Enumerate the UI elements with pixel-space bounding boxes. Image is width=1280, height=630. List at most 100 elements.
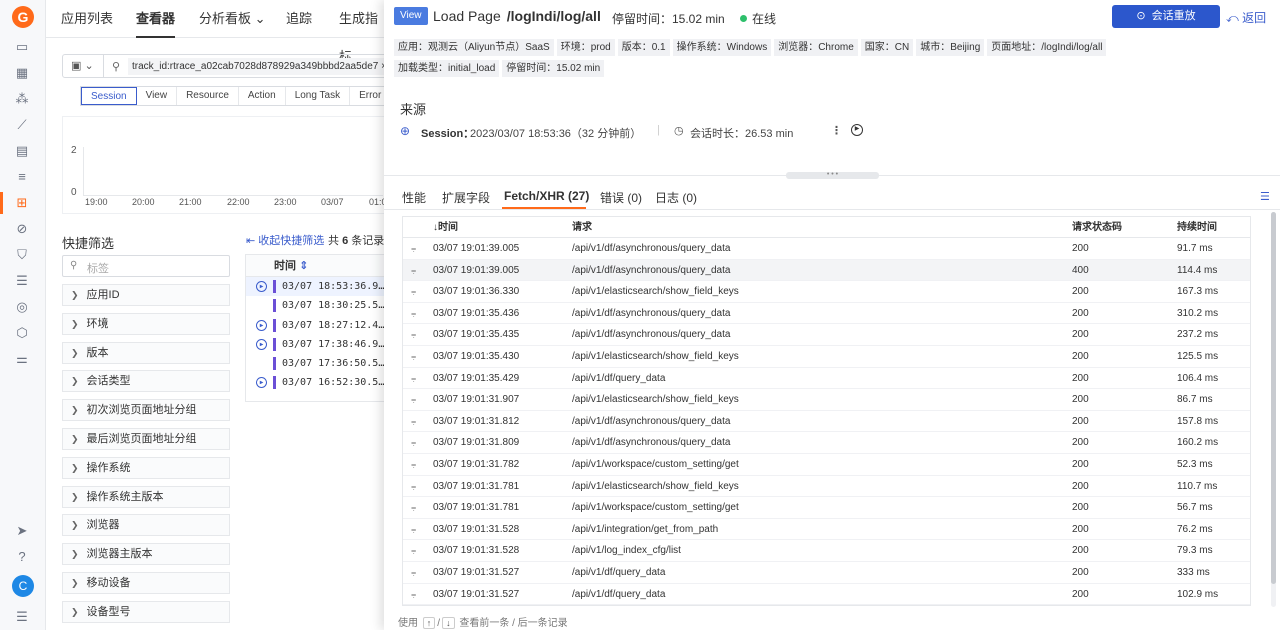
tab-action[interactable]: Action — [239, 87, 286, 105]
alert-icon[interactable]: ◎ — [12, 298, 32, 316]
tab-performance[interactable]: 性能 — [402, 189, 426, 206]
table-row[interactable]: ▶ 03/07 18:27:12.4… — [246, 316, 385, 335]
table-row[interactable]: ⩦ 03/07 19:01:36.330/api/v1/elasticsearch… — [403, 281, 1250, 303]
search-chip[interactable]: track_id:rtrace_a02cab7028d878929a349bbb… — [128, 58, 391, 75]
cluster-icon[interactable]: ⁂ — [12, 90, 32, 108]
user-avatar[interactable]: C — [12, 575, 34, 597]
table-row[interactable]: ⩦ 03/07 19:01:31.781/api/v1/workspace/cus… — [403, 497, 1250, 519]
column-settings-icon[interactable]: ☰ — [1260, 190, 1270, 203]
quick-filter-item[interactable]: ❯ 版本 — [62, 341, 230, 364]
session-replay-button[interactable]: ⊙ 会话重放 — [1112, 5, 1220, 28]
log-search-icon[interactable]: ▤ — [12, 142, 32, 160]
nav-generate-metrics[interactable]: 生成指标 — [339, 0, 386, 64]
attribute-tag[interactable]: 操作系统：Windows — [672, 39, 772, 56]
back-button[interactable]: ⤺ 返回 — [1226, 9, 1266, 26]
quick-filter-item[interactable]: ❯ 移动设备 — [62, 572, 230, 594]
nav-analysis-dashboard[interactable]: 分析看板 ⌄ — [199, 0, 266, 38]
table-row[interactable]: ⩦ 03/07 19:01:31.782/api/v1/workspace/cus… — [403, 454, 1250, 476]
database-icon[interactable]: ☰ — [12, 272, 32, 290]
quick-filter-item[interactable]: ❯ 初次浏览页面地址分组 — [62, 399, 230, 422]
play-icon[interactable]: ▶ — [256, 319, 267, 331]
table-scrollbar[interactable] — [1271, 212, 1276, 607]
nav-analysis-label: 分析看板 — [199, 11, 252, 26]
attribute-tag[interactable]: 版本：0.1 — [617, 39, 670, 56]
trace-icon[interactable]: ≡ — [12, 168, 32, 186]
table-row[interactable]: ▶ 03/07 18:53:36.9… — [246, 277, 385, 297]
quick-filter-item[interactable]: ❯ 设备型号 — [62, 600, 230, 623]
table-row[interactable]: ⩦ 03/07 19:01:39.005/api/v1/df/asynchrono… — [403, 238, 1250, 260]
tab-session[interactable]: Session — [81, 87, 137, 105]
col-time[interactable]: ↓时间 — [433, 217, 458, 238]
tab-errors[interactable]: 错误 (0) — [600, 189, 642, 206]
quick-filter-item[interactable]: ❯ 浏览器主版本 — [62, 543, 230, 566]
attribute-tag[interactable]: 加载类型：initial_load — [394, 60, 500, 77]
table-row[interactable]: ⩦ 03/07 19:01:31.527/api/v1/df/query_data… — [403, 584, 1250, 605]
nav-explorer[interactable]: 查看器 — [136, 0, 176, 38]
nav-app-list[interactable]: 应用列表 — [61, 0, 113, 38]
play-icon[interactable]: ▶ — [256, 338, 267, 350]
tab-fetch-xhr[interactable]: Fetch/XHR (27) — [504, 189, 589, 203]
quick-filter-item[interactable]: ❯ 最后浏览页面地址分组 — [62, 428, 230, 450]
table-row[interactable]: ⩦ 03/07 19:01:31.528/api/v1/integration/g… — [403, 519, 1250, 541]
table-row[interactable]: ⩦ 03/07 19:01:31.907/api/v1/elasticsearch… — [403, 389, 1250, 411]
table-row[interactable]: ⩦ 03/07 19:01:39.005/api/v1/df/asynchrono… — [403, 259, 1250, 282]
rum-icon[interactable]: ⊞ — [12, 194, 32, 212]
quick-filter-item[interactable]: ❯ 操作系统主版本 — [62, 485, 230, 508]
table-row[interactable]: ⩦ 03/07 19:01:31.528/api/v1/log_index_cfg… — [403, 540, 1250, 562]
table-row[interactable]: 03/07 18:30:25.5… — [246, 296, 385, 315]
security-shield-icon[interactable]: ⛉ — [12, 246, 32, 264]
tab-view[interactable]: View — [137, 87, 178, 105]
attribute-tag[interactable]: 浏览器：Chrome — [774, 39, 858, 56]
table-row[interactable]: ⩦ 03/07 19:01:31.781/api/v1/elasticsearch… — [403, 476, 1250, 498]
attribute-tag[interactable]: 停留时间：15.02 min — [502, 60, 605, 77]
guance-logo-icon[interactable]: G — [12, 6, 34, 28]
monitor-icon[interactable]: ▭ — [12, 38, 32, 56]
table-row[interactable]: ⩦ 03/07 19:01:35.429/api/v1/df/query_data… — [403, 368, 1250, 390]
quick-filter-item[interactable]: ❯ 操作系统 — [62, 456, 230, 479]
resize-handle[interactable]: • • • — [786, 171, 879, 179]
attribute-tag[interactable]: 国家：CN — [860, 39, 914, 56]
calendar-icon[interactable]: ▦ — [12, 64, 32, 82]
menu-icon[interactable]: ☰ — [12, 608, 32, 626]
table-row[interactable]: 03/07 17:36:50.5… — [246, 354, 385, 373]
table-row[interactable]: ▶ 03/07 17:38:46.9… — [246, 335, 385, 354]
play-icon[interactable]: ▶ — [256, 377, 267, 389]
table-row[interactable]: ⩦ 03/07 19:01:31.812/api/v1/df/asynchrono… — [403, 411, 1250, 433]
quick-filter-item[interactable]: ❯ 会话类型 — [62, 370, 230, 393]
quick-filter-item[interactable]: ❯ 浏览器 — [62, 514, 230, 537]
metrics-icon[interactable]: ⟋ — [12, 116, 32, 134]
search-input[interactable]: ⚲ track_id:rtrace_a02cab7028d878929a349b… — [104, 54, 394, 78]
more-vertical-icon[interactable]: ⋮ — [831, 124, 842, 137]
play-icon[interactable]: ▶ — [851, 124, 863, 136]
tab-long-task[interactable]: Long Task — [286, 87, 351, 105]
help-icon[interactable]: ? — [12, 548, 32, 566]
quick-filter-item[interactable]: ❯ 环境 — [62, 312, 230, 335]
collapse-quick-filter-link[interactable]: ⇤ 收起快捷筛选 — [246, 232, 324, 248]
settings-sliders-icon[interactable]: ⚌ — [12, 350, 32, 368]
table-row[interactable]: ⩦ 03/07 19:01:35.430/api/v1/elasticsearch… — [403, 346, 1250, 368]
attribute-tag[interactable]: 页面地址：/logIndi/log/all — [987, 39, 1107, 56]
play-icon[interactable]: ▶ — [256, 281, 267, 292]
table-row[interactable]: ⩦ 03/07 19:01:35.436/api/v1/df/asynchrono… — [403, 303, 1250, 325]
session-list-header[interactable]: 时间 ⇕ — [246, 255, 385, 277]
table-row[interactable]: ⩦ 03/07 19:01:35.435/api/v1/df/asynchrono… — [403, 324, 1250, 346]
tab-resource[interactable]: Resource — [177, 87, 239, 105]
quick-filter-item[interactable]: ❯ 应用ID — [62, 284, 230, 306]
attribute-tag[interactable]: 环境：prod — [556, 39, 615, 56]
send-icon[interactable]: ➤ — [12, 522, 32, 540]
nav-tracking[interactable]: 追踪 — [286, 0, 312, 38]
attribute-tag[interactable]: 城市：Beijing — [916, 39, 985, 56]
tab-extended-fields[interactable]: 扩展字段 — [442, 189, 490, 206]
table-row[interactable]: ⩦ 03/07 19:01:31.809/api/v1/df/asynchrono… — [403, 432, 1250, 454]
table-row[interactable]: ▶ 03/07 16:52:30.5… — [246, 373, 385, 392]
cell-duration: 110.7 ms — [1177, 480, 1218, 492]
integration-icon[interactable]: ⬡ — [12, 324, 32, 342]
table-row[interactable]: ⩦ 03/07 19:01:31.527/api/v1/df/query_data… — [403, 562, 1250, 584]
filter-mode-button[interactable]: ▣ ⌄ — [62, 54, 104, 78]
quick-filter-search-input[interactable]: ⚲ 标签 — [62, 255, 230, 277]
attribute-tag[interactable]: 应用：观测云（Aliyun节点）SaaS — [394, 39, 554, 56]
sort-icon[interactable]: ⇕ — [299, 260, 308, 272]
tab-logs[interactable]: 日志 (0) — [655, 189, 697, 206]
synthetic-icon[interactable]: ⊘ — [12, 220, 32, 238]
scrollbar-thumb[interactable] — [1271, 212, 1276, 584]
